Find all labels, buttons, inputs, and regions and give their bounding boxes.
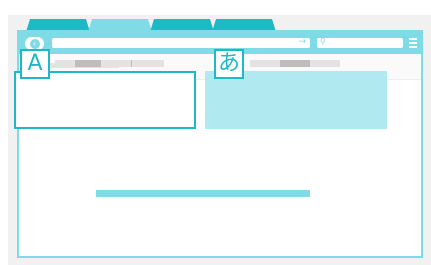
translate-button[interactable] [96, 190, 310, 197]
target-language-glyph: あ [217, 51, 240, 76]
source-language-icon[interactable]: A [20, 49, 50, 79]
search-icon: ⚲ [320, 37, 326, 46]
source-language-glyph: A [27, 51, 43, 76]
search-input[interactable]: ⚲ [317, 37, 403, 48]
address-bar[interactable]: → [52, 37, 310, 48]
translation-illustration: ‹ → ⚲ A あ [0, 0, 431, 265]
back-arrow-icon: ‹ [29, 38, 40, 49]
source-language-header [55, 60, 164, 67]
target-language-icon[interactable]: あ [214, 49, 244, 79]
go-arrow-icon[interactable]: → [298, 37, 306, 47]
translated-text-area [205, 71, 387, 129]
target-language-header [250, 60, 342, 67]
hamburger-menu-icon[interactable] [409, 38, 417, 48]
source-text-area[interactable] [14, 71, 196, 129]
